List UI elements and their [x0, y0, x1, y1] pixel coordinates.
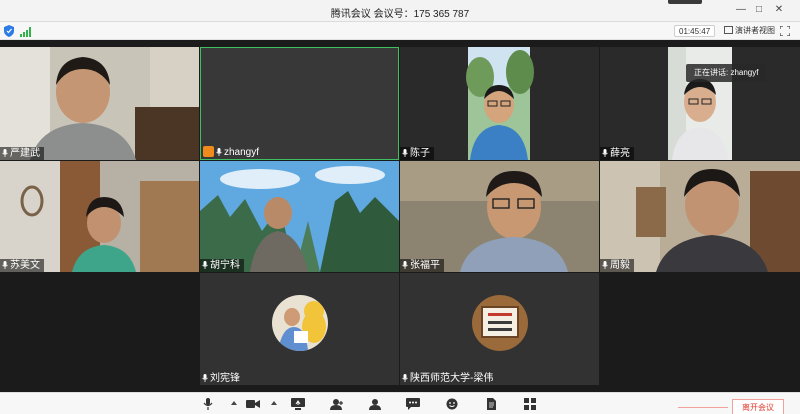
participant-video: [0, 161, 199, 272]
participants-icon[interactable]: [368, 398, 382, 410]
mic-icon: [402, 374, 408, 382]
microphone-icon[interactable]: [201, 398, 215, 410]
title-strip: [668, 0, 702, 4]
video-tile[interactable]: 严建武: [0, 47, 199, 160]
video-grid: 严建武 zhangyf 陈子 薛亮 苏美文 胡宁科 张福平 周毅 刘宪锋 陕西师…: [0, 47, 800, 385]
participant-video: [0, 47, 199, 160]
mic-icon: [2, 261, 8, 269]
mic-icon: [216, 148, 222, 156]
speaker-view-label: 演讲者视图: [735, 26, 775, 35]
speaking-indicator: 正在讲话: zhangyf: [686, 64, 767, 82]
participant-label: 刘宪锋: [200, 372, 244, 385]
chat-icon[interactable]: [406, 398, 420, 410]
participant-name: 陕西师范大学-梁伟: [410, 373, 494, 384]
speaker-view-button[interactable]: 演讲者视图: [724, 25, 775, 37]
participant-name: 苏美文: [10, 260, 40, 271]
window-title: 腾讯会议 会议号：175 365 787: [330, 9, 470, 20]
participant-name: 胡宁科: [210, 260, 240, 271]
avatar-image: [472, 295, 528, 351]
participant-name: 严建武: [10, 148, 40, 159]
maximize-icon[interactable]: □: [752, 4, 766, 16]
participant-label: 苏美文: [0, 259, 44, 272]
camera-icon[interactable]: [246, 398, 260, 410]
participant-name: 周毅: [610, 260, 630, 271]
meeting-window: 腾讯会议 会议号：175 365 787 — □ ✕ 01:45:47 演讲者视…: [0, 0, 800, 414]
video-tile[interactable]: 刘宪锋: [200, 273, 399, 385]
reaction-icon[interactable]: [445, 398, 459, 410]
fullscreen-icon[interactable]: [780, 26, 790, 36]
invite-icon[interactable]: [330, 398, 344, 410]
apps-icon[interactable]: [523, 398, 537, 410]
mic-icon: [602, 261, 608, 269]
participant-video: [200, 161, 399, 272]
mic-icon: [202, 374, 208, 382]
participant-name: 陈子: [410, 148, 430, 159]
signal-icon[interactable]: [20, 27, 32, 37]
speaker-view-icon: [724, 26, 733, 34]
participant-label: zhangyf: [201, 146, 263, 159]
avatar: [203, 146, 214, 157]
mic-options-chevron-icon[interactable]: [231, 401, 237, 405]
participant-video: [400, 161, 599, 272]
participant-name: 薛亮: [610, 148, 630, 159]
participant-video: [600, 161, 800, 272]
video-tile[interactable]: 陈子: [400, 47, 599, 160]
video-tile[interactable]: 胡宁科: [200, 161, 399, 272]
mic-icon: [602, 149, 608, 157]
participant-label: 陕西师范大学-梁伟: [400, 372, 497, 385]
participant-name: 张福平: [410, 260, 440, 271]
share-screen-icon[interactable]: [291, 398, 305, 410]
video-tile-active[interactable]: zhangyf: [200, 47, 399, 160]
participant-name: zhangyf: [224, 147, 260, 158]
mic-icon: [402, 261, 408, 269]
participant-video: [466, 47, 534, 160]
mic-icon: [402, 149, 408, 157]
minimize-icon[interactable]: —: [734, 4, 748, 16]
status-bar: 01:45:47 演讲者视图: [0, 22, 800, 40]
camera-options-chevron-icon[interactable]: [271, 401, 277, 405]
avatar: [272, 295, 328, 351]
video-tile[interactable]: 张福平: [400, 161, 599, 272]
title-bar: 腾讯会议 会议号：175 365 787 — □ ✕: [0, 0, 800, 22]
participant-label: 胡宁科: [200, 259, 244, 272]
participant-label: 薛亮: [600, 147, 634, 160]
participant-label: 张福平: [400, 259, 444, 272]
participant-name: 刘宪锋: [210, 373, 240, 384]
participant-label: 陈子: [400, 147, 434, 160]
participant-label: 周毅: [600, 259, 634, 272]
meeting-timer: 01:45:47: [674, 25, 716, 37]
mic-icon: [202, 261, 208, 269]
video-tile[interactable]: 陕西师范大学-梁伟: [400, 273, 599, 385]
mic-icon: [2, 149, 8, 157]
video-tile[interactable]: 周毅: [600, 161, 800, 272]
participant-label: 严建武: [0, 147, 44, 160]
close-icon[interactable]: ✕: [772, 4, 786, 16]
meeting-toolbar: 离开会议: [0, 392, 800, 414]
avatar: [472, 295, 528, 351]
shield-icon[interactable]: [4, 25, 14, 37]
video-tile[interactable]: 苏美文: [0, 161, 199, 272]
document-icon[interactable]: [484, 398, 498, 410]
avatar-image: [272, 295, 328, 351]
leave-meeting-button[interactable]: 离开会议: [732, 399, 784, 414]
divider: [678, 407, 728, 408]
